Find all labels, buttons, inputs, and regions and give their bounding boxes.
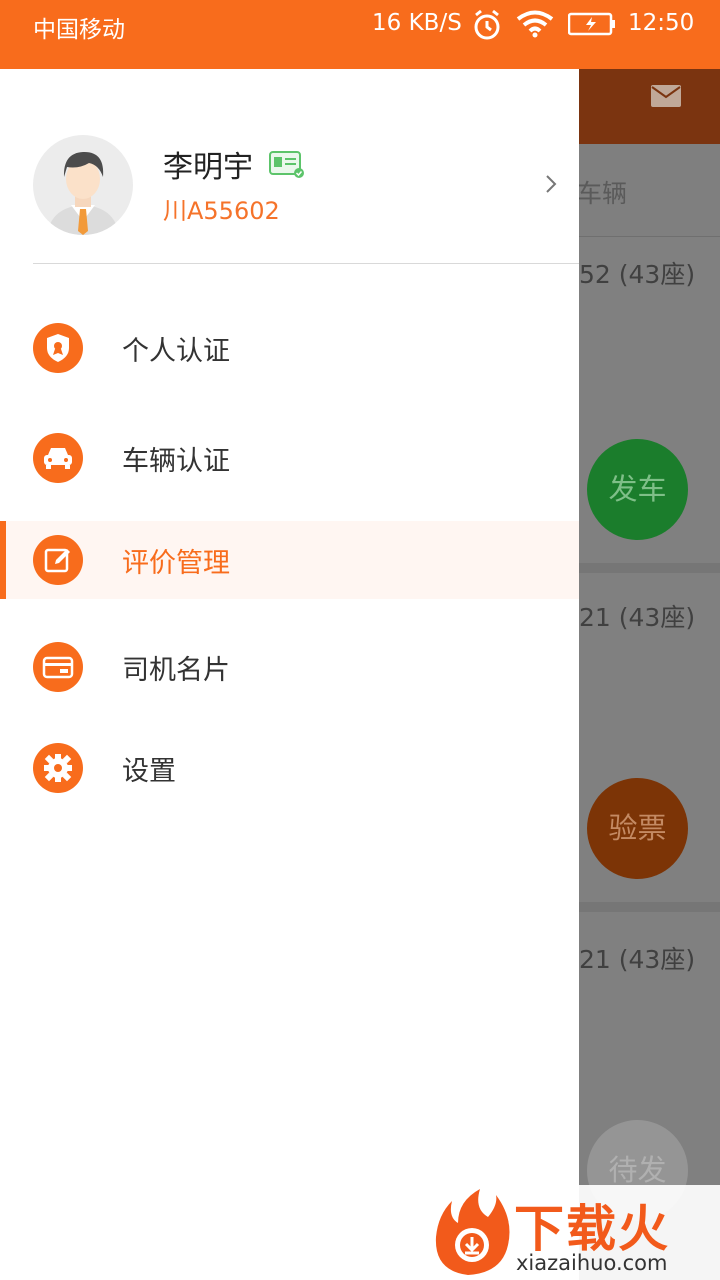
menu-label: 司机名片 — [122, 655, 230, 686]
license-plate: 川A55602 — [163, 197, 280, 225]
mail-icon — [651, 85, 681, 107]
alarm-icon — [474, 9, 500, 40]
background-seat-text: 52 (43座) — [579, 260, 696, 289]
card-separator — [579, 902, 720, 912]
avatar[interactable] — [33, 135, 133, 235]
card-icon — [33, 642, 83, 692]
background-tab: 车辆 — [577, 144, 720, 237]
chevron-right-icon[interactable] — [544, 173, 558, 195]
menu-label: 个人认证 — [122, 336, 230, 367]
menu-label: 设置 — [122, 756, 176, 787]
car-icon — [33, 433, 83, 483]
menu-label: 评价管理 — [122, 548, 230, 579]
profile-header[interactable]: 李明宇 川A55602 — [0, 69, 579, 264]
verified-id-icon — [269, 151, 304, 178]
watermark-url: xiazaihuo.com — [516, 1251, 668, 1275]
battery-icon — [568, 12, 615, 36]
wifi-icon — [516, 10, 554, 38]
check-ticket-button: 验票 — [587, 778, 688, 879]
menu-item-review-management[interactable]: 评价管理 — [0, 521, 579, 599]
divider — [33, 263, 579, 264]
carrier-label: 中国移动 — [33, 17, 125, 43]
network-speed: 16 KB/S — [372, 10, 462, 36]
card-separator — [579, 563, 720, 573]
flame-logo-icon — [435, 1189, 510, 1275]
shield-icon — [33, 323, 83, 373]
navigation-drawer: 李明宇 川A55602 个人认证 车辆认证 评价管理 司机名片 设置 — [0, 69, 579, 1280]
edit-icon — [33, 535, 83, 585]
watermark: 下载火 xiazaihuo.com — [424, 1185, 720, 1280]
menu-label: 车辆认证 — [122, 446, 230, 477]
background-tab-label: 车辆 — [577, 179, 628, 208]
gear-icon — [33, 743, 83, 793]
background-seat-text: 21 (43座) — [579, 945, 696, 974]
menu-item-vehicle-verification[interactable]: 车辆认证 — [0, 419, 579, 497]
user-name: 李明宇 — [163, 150, 253, 185]
clock: 12:50 — [628, 10, 695, 36]
status-bar: 中国移动 16 KB/S 12:50 — [0, 0, 720, 69]
menu-item-driver-card[interactable]: 司机名片 — [0, 628, 579, 706]
background-seat-text: 21 (43座) — [579, 603, 696, 632]
depart-button: 发车 — [587, 439, 688, 540]
menu-item-settings[interactable]: 设置 — [0, 729, 579, 807]
menu-item-personal-verification[interactable]: 个人认证 — [0, 309, 579, 387]
